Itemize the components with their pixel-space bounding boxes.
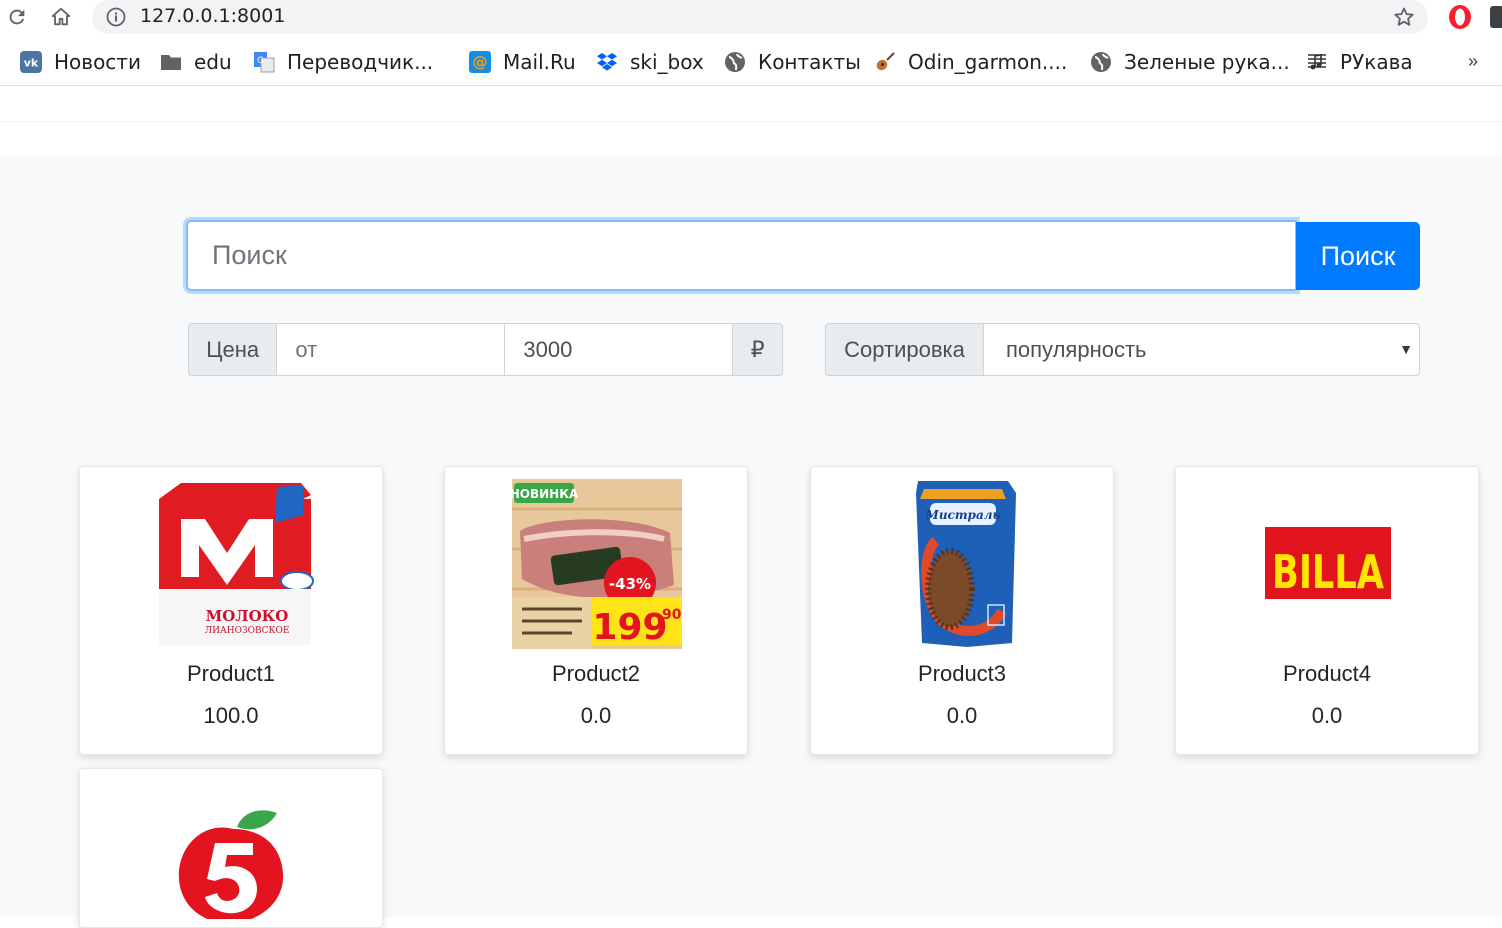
bookmark-translate[interactable]: G Переводчик... xyxy=(253,48,433,76)
product-card[interactable]: BILLA Product4 0.0 xyxy=(1175,466,1479,755)
info-icon[interactable] xyxy=(106,7,126,27)
bookmark-label: ski_box xyxy=(630,50,704,74)
sort-select[interactable]: популярность ▼ xyxy=(984,323,1420,376)
bookmark-label: РУкава xyxy=(1340,50,1413,74)
product-card[interactable] xyxy=(79,768,383,928)
bookmarks-more-button[interactable]: » xyxy=(1468,51,1478,72)
globe-icon xyxy=(724,51,746,73)
sort-filter: Сортировка популярность ▼ xyxy=(825,323,1420,376)
bookmark-novosti[interactable]: vk Новости xyxy=(20,48,141,76)
price-to-input[interactable] xyxy=(505,323,734,376)
ad-price-text: 199 xyxy=(592,607,667,648)
sort-selected-value: популярность xyxy=(1006,336,1147,362)
bookmark-label: Контакты xyxy=(758,50,861,74)
bookmark-label: edu xyxy=(194,50,232,74)
bookmark-zelenye-ruka[interactable]: Зеленые рука... xyxy=(1090,48,1290,76)
price-from-input[interactable] xyxy=(277,323,506,376)
product-price: 0.0 xyxy=(946,703,978,728)
product-image-pyaterochka xyxy=(147,799,317,919)
bookmark-label: Переводчик... xyxy=(287,50,434,74)
product-name: Product3 xyxy=(917,661,1007,686)
address-bar[interactable]: 127.0.0.1:8001 xyxy=(92,0,1428,34)
url-text[interactable]: 127.0.0.1:8001 xyxy=(140,5,285,27)
dropbox-icon xyxy=(596,51,618,73)
home-icon[interactable] xyxy=(48,4,74,30)
product-image-milk: МОЛОКО ЛИАНОЗОВСКОЕ xyxy=(147,479,317,649)
svg-text:vk: vk xyxy=(24,57,39,70)
bookmark-edu[interactable]: edu xyxy=(160,48,232,76)
browser-toolbar: 127.0.0.1:8001 xyxy=(0,0,1502,36)
product-name: Product1 xyxy=(186,661,276,686)
product-card[interactable]: МОЛОКО ЛИАНОЗОВСКОЕ Product1 100.0 xyxy=(79,466,383,755)
product-price: 0.0 xyxy=(580,703,612,728)
bookmark-star-icon[interactable] xyxy=(1392,5,1416,29)
bookmark-mailru[interactable]: @ Mail.Ru xyxy=(469,48,576,76)
folder-icon xyxy=(160,51,182,73)
bookmark-label: Новости xyxy=(54,50,141,74)
sort-label: Сортировка xyxy=(825,323,984,376)
bookmark-kontakty[interactable]: Контакты xyxy=(724,48,861,76)
vk-icon: vk xyxy=(20,51,42,73)
bookmarks-bar: vk Новости edu G Переводчик... @ Mail.Ru… xyxy=(0,38,1502,86)
product-image-brisket: НОВИНКА -43% 199 90 xyxy=(512,479,682,649)
translate-icon: G xyxy=(253,51,275,73)
guitar-icon xyxy=(874,51,896,73)
reload-icon[interactable] xyxy=(4,4,30,30)
navbar xyxy=(0,88,1502,122)
bookmark-label: Зеленые рука... xyxy=(1124,50,1290,74)
chevron-down-icon: ▼ xyxy=(1399,341,1413,357)
product-card[interactable]: НОВИНКА -43% 199 90 Product2 0.0 xyxy=(444,466,748,755)
product-image-billa: BILLA xyxy=(1243,479,1413,649)
currency-label: ₽ xyxy=(733,323,783,376)
billa-logo-text: BILLA xyxy=(1272,545,1384,599)
svg-text:Мистраль: Мистраль xyxy=(925,508,1001,522)
music-icon xyxy=(1306,51,1328,73)
product-image-buckwheat: Мистраль xyxy=(878,479,1048,649)
mailru-icon: @ xyxy=(469,51,491,73)
search-button[interactable]: Поиск xyxy=(1296,222,1420,290)
svg-text:ЛИАНОЗОВСКОЕ: ЛИАНОЗОВСКОЕ xyxy=(205,626,290,636)
extension-icon[interactable] xyxy=(1490,6,1502,28)
svg-text:МОЛОКО: МОЛОКО xyxy=(206,607,289,625)
bookmark-odin-garmon[interactable]: Odin_garmon.... xyxy=(874,48,1067,76)
globe-icon xyxy=(1090,51,1112,73)
product-name: Product2 xyxy=(551,661,641,686)
search-form: Поиск xyxy=(186,220,1420,291)
ad-discount-text: -43% xyxy=(609,575,651,593)
search-input[interactable] xyxy=(186,220,1297,291)
bookmark-label: Mail.Ru xyxy=(503,50,576,74)
bookmark-label: Odin_garmon.... xyxy=(908,50,1068,74)
product-price: 100.0 xyxy=(203,703,259,728)
ad-badge-text: НОВИНКА xyxy=(512,487,579,501)
price-label: Цена xyxy=(188,323,278,376)
price-filter: Цена ₽ xyxy=(188,323,783,376)
bookmark-rukava[interactable]: РУкава xyxy=(1306,48,1413,76)
product-card[interactable]: Мистраль Product3 0.0 xyxy=(810,466,1114,755)
product-price: 0.0 xyxy=(1311,703,1343,728)
product-name: Product4 xyxy=(1282,661,1372,686)
svg-text:G: G xyxy=(257,56,264,66)
opera-extension-icon[interactable] xyxy=(1446,3,1474,31)
ad-cents-text: 90 xyxy=(662,607,682,623)
bookmark-ski-box[interactable]: ski_box xyxy=(596,48,704,76)
svg-text:@: @ xyxy=(473,53,488,71)
